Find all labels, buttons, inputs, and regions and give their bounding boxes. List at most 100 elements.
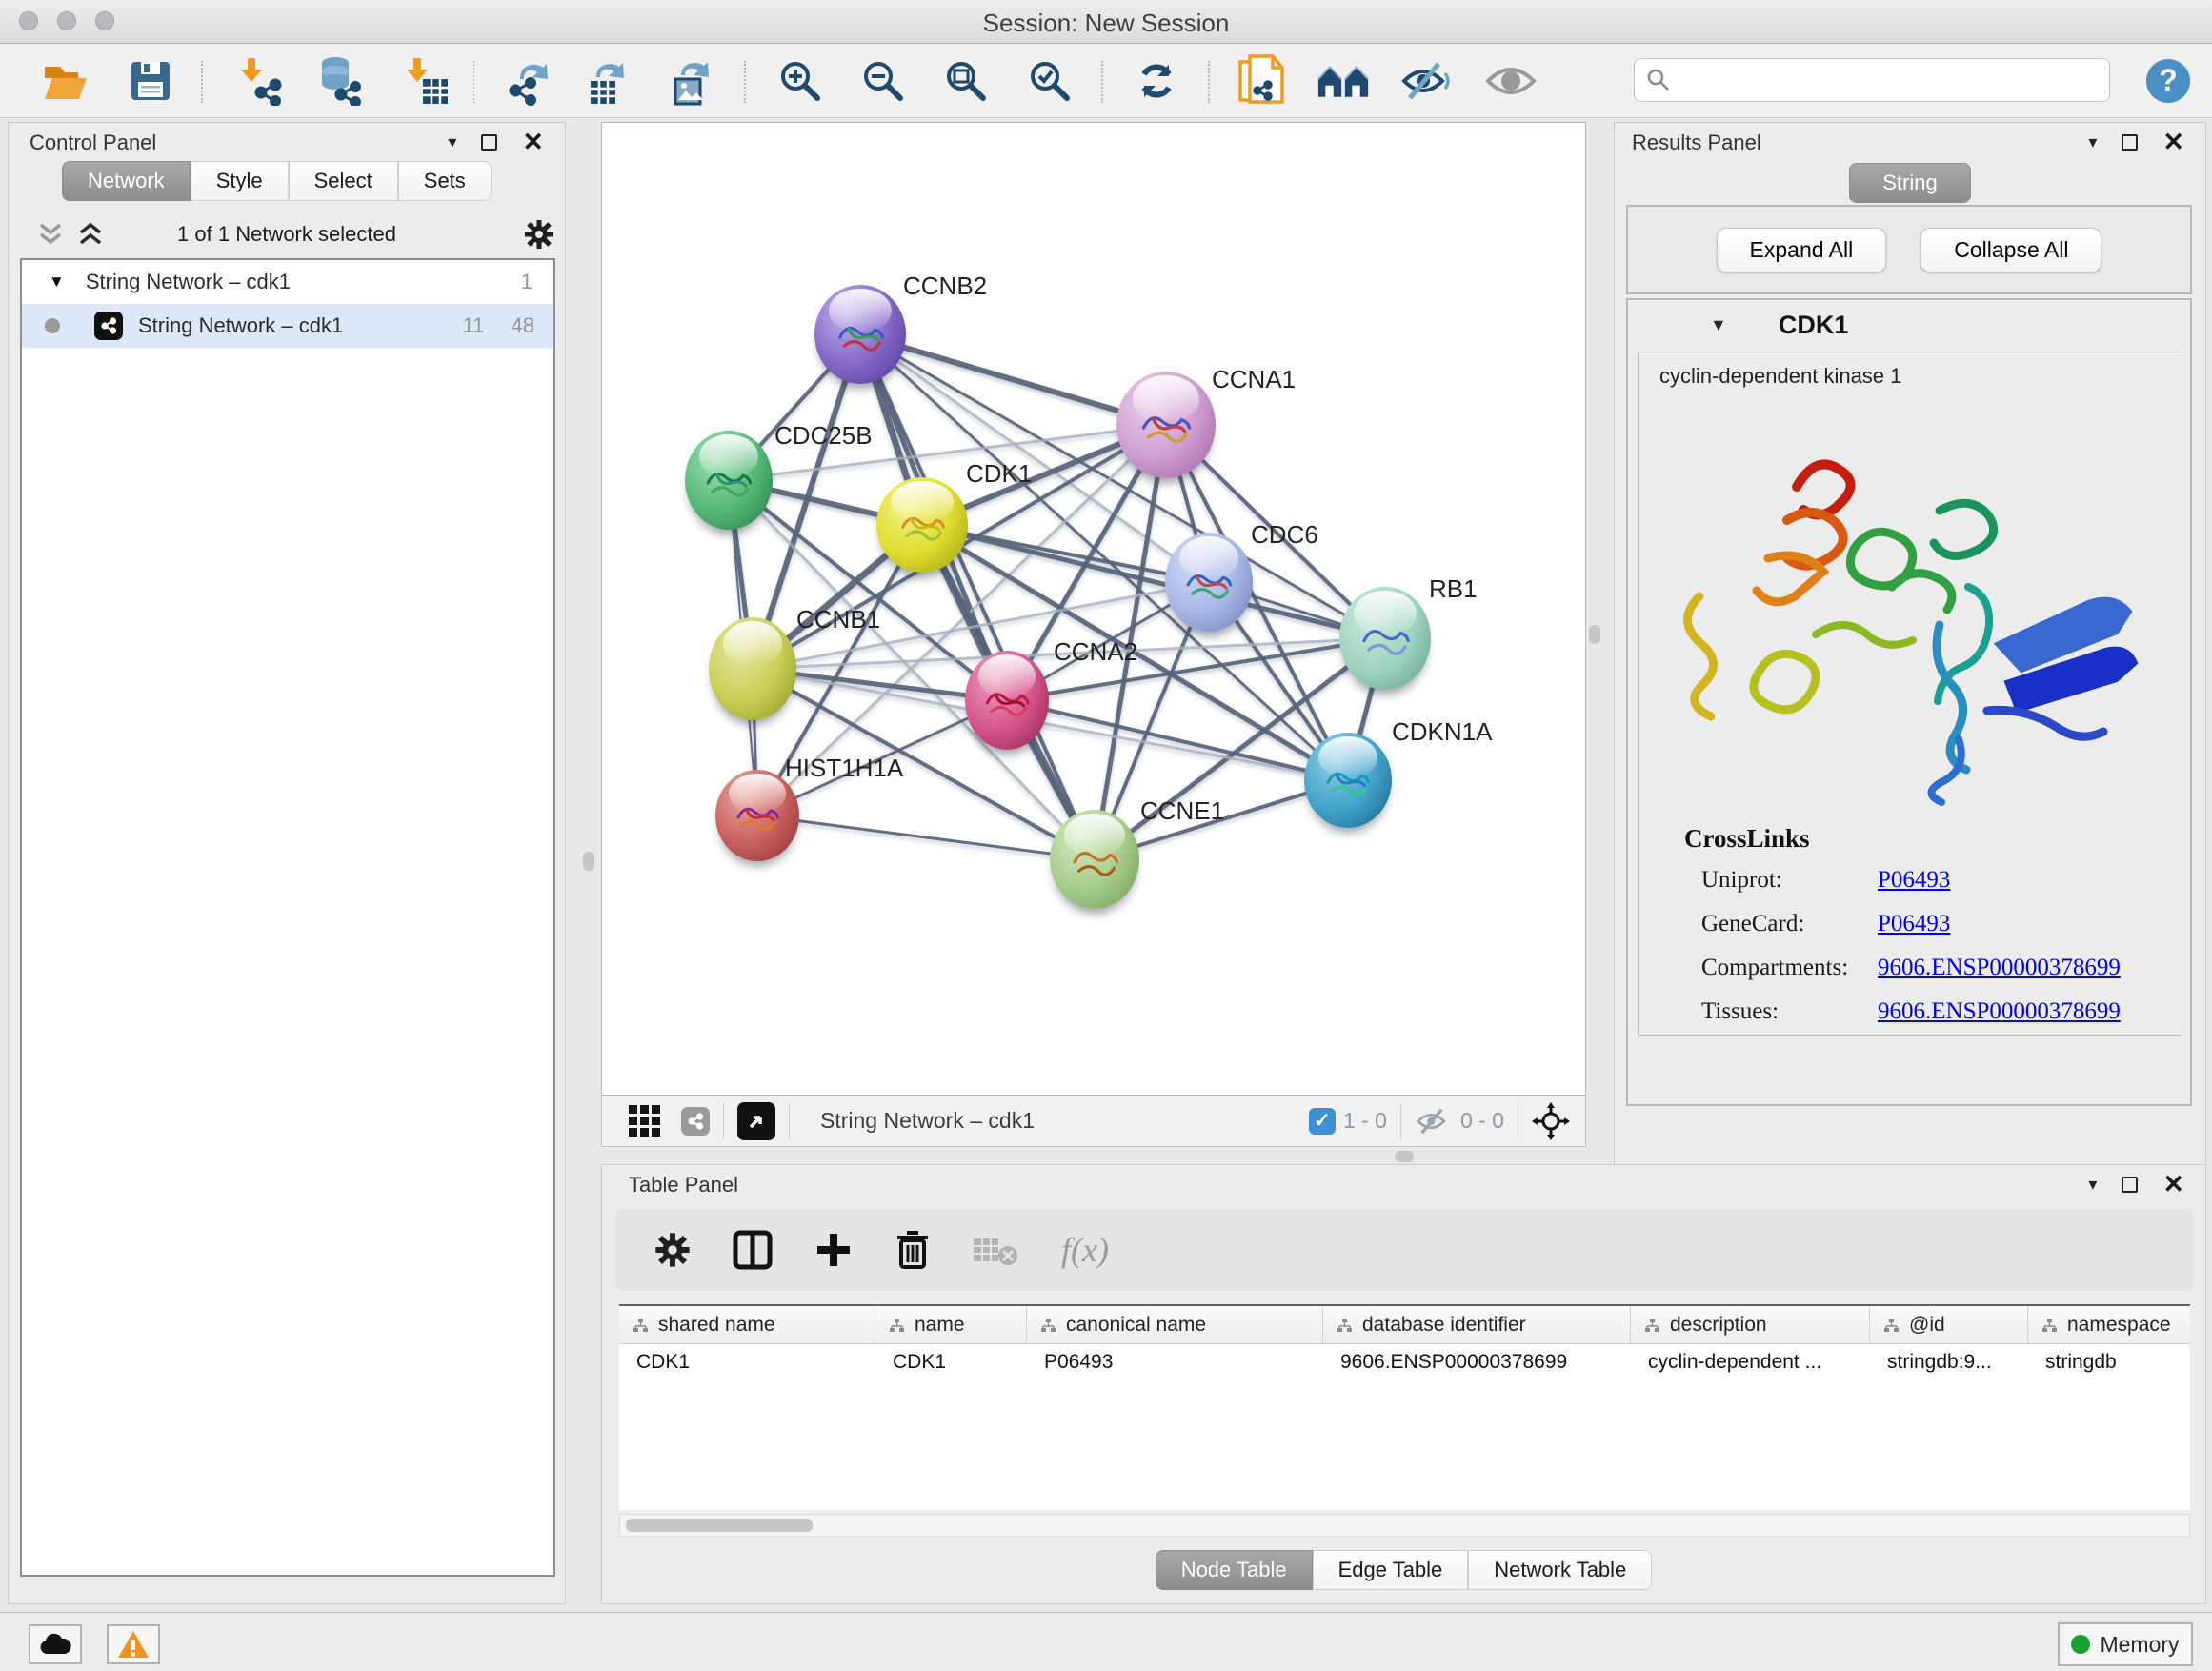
node-CCNA1[interactable]	[1116, 372, 1216, 478]
warning-icon	[117, 1630, 150, 1659]
table-tabs: Node TableEdge TableNetwork Table	[602, 1550, 2205, 1590]
selection-status: 1 of 1 Network selected	[9, 222, 565, 247]
network-row[interactable]: String Network – cdk1 11 48	[22, 304, 553, 348]
help-button[interactable]: ?	[2142, 56, 2195, 106]
tab-network[interactable]: Network	[62, 161, 191, 201]
gear-icon[interactable]	[523, 218, 555, 251]
birdseye-toggle-icon[interactable]	[737, 1102, 775, 1140]
gene-section: ▼ CDK1 cyclin-dependent kinase 1	[1626, 298, 2192, 1106]
column-header-namespace[interactable]: namespace	[2028, 1306, 2190, 1343]
add-column-icon[interactable]	[814, 1230, 854, 1270]
node-CCNA2[interactable]	[965, 651, 1049, 750]
column-header-shared-name[interactable]: shared name	[619, 1306, 875, 1343]
memory-button[interactable]: Memory	[2058, 1622, 2193, 1666]
close-panel-icon[interactable]: ✕	[2162, 134, 2184, 151]
expand-all-button[interactable]: Expand All	[1717, 228, 1887, 272]
node-label-CCNA2: CCNA2	[1054, 637, 1137, 667]
node-CCNB2[interactable]	[814, 285, 906, 384]
table-hscroll-thumb[interactable]	[626, 1519, 813, 1532]
table-row[interactable]: CDK1CDK1P064939606.ENSP00000378699cyclin…	[619, 1344, 2190, 1384]
tab-sets[interactable]: Sets	[398, 161, 492, 201]
close-panel-icon[interactable]: ✕	[522, 134, 544, 151]
import-network-button[interactable]	[232, 56, 286, 106]
warnings-button[interactable]	[107, 1624, 160, 1664]
crosslink-link[interactable]: P06493	[1878, 867, 1950, 894]
grid-view-icon[interactable]	[629, 1105, 660, 1137]
export-network-button[interactable]	[501, 56, 554, 106]
tab-network-table[interactable]: Network Table	[1468, 1550, 1652, 1590]
node-label-HIST1H1A: HIST1H1A	[785, 754, 903, 783]
tab-select[interactable]: Select	[289, 161, 398, 201]
crosslink-link[interactable]: P06493	[1878, 911, 1950, 937]
column-header-description[interactable]: description	[1631, 1306, 1870, 1343]
tab-edge-table[interactable]: Edge Table	[1313, 1550, 1469, 1590]
panel-menu-icon[interactable]: ▾	[448, 132, 456, 152]
crosslink-link[interactable]: 9606.ENSP00000378699	[1878, 998, 2121, 1025]
open-session-button[interactable]	[38, 56, 91, 106]
crosshair-icon[interactable]	[1532, 1102, 1570, 1140]
columns-icon[interactable]	[732, 1229, 774, 1271]
selected-checkbox-icon[interactable]: ✓	[1309, 1108, 1336, 1135]
import-database-button[interactable]	[312, 56, 366, 106]
save-session-button[interactable]	[124, 56, 177, 106]
delete-column-icon[interactable]	[894, 1229, 932, 1271]
search-input[interactable]	[1671, 68, 2090, 92]
delete-table-icon[interactable]	[972, 1233, 1021, 1267]
collapse-triangle-icon[interactable]: ▼	[1710, 315, 1727, 335]
refresh-button[interactable]	[1130, 56, 1183, 106]
show-all-button[interactable]	[1484, 56, 1538, 106]
left-splitter-handle[interactable]	[583, 852, 594, 871]
zoom-selected-button[interactable]	[1023, 56, 1076, 106]
hide-selected-button[interactable]	[1400, 56, 1454, 106]
float-panel-icon[interactable]	[2122, 1177, 2138, 1193]
node-CDK1[interactable]	[876, 477, 968, 573]
node-RB1[interactable]	[1339, 587, 1431, 690]
column-header-name[interactable]: name	[875, 1306, 1027, 1343]
float-panel-icon[interactable]	[481, 134, 497, 151]
network-label: String Network – cdk1	[138, 313, 343, 338]
network-share-icon[interactable]	[681, 1107, 710, 1136]
zoom-fit-button[interactable]	[939, 56, 993, 106]
node-label-CCNB2: CCNB2	[903, 272, 987, 301]
table-hscrollbar[interactable]	[619, 1514, 2190, 1537]
export-image-button[interactable]	[664, 56, 717, 106]
table-gear-icon[interactable]	[654, 1231, 692, 1269]
import-table-button[interactable]	[400, 56, 453, 106]
panel-menu-icon[interactable]: ▾	[2088, 1175, 2097, 1195]
collapse-all-button[interactable]: Collapse All	[1920, 228, 2101, 272]
node-CDC25B[interactable]	[685, 431, 773, 530]
node-table[interactable]: shared namenamecanonical namedatabase id…	[619, 1304, 2190, 1510]
collection-label: String Network – cdk1	[86, 270, 291, 294]
right-splitter-handle[interactable]	[1589, 625, 1600, 644]
network-canvas[interactable]: CCNB2CCNA1CDC25BCDK1CDC6RB1CCNB1CCNA2CDK…	[601, 122, 1586, 1096]
collapse-triangle-icon[interactable]: ▼	[49, 272, 65, 292]
column-header-database-identifier[interactable]: database identifier	[1323, 1306, 1631, 1343]
tab-string[interactable]: String	[1849, 163, 1970, 203]
node-label-CCNB1: CCNB1	[796, 605, 880, 634]
tab-style[interactable]: Style	[191, 161, 289, 201]
zoom-out-button[interactable]	[856, 56, 910, 106]
zoom-in-button[interactable]	[774, 56, 827, 106]
panel-menu-icon[interactable]: ▾	[2088, 132, 2097, 152]
crosslink-link[interactable]: 9606.ENSP00000378699	[1878, 955, 2121, 981]
cloud-button[interactable]	[29, 1624, 82, 1664]
hidden-eye-icon[interactable]	[1415, 1107, 1453, 1136]
column-header-canonical-name[interactable]: canonical name	[1027, 1306, 1323, 1343]
function-builder-icon[interactable]: f(x)	[1061, 1230, 1109, 1270]
node-CCNB1[interactable]	[709, 617, 796, 720]
bottom-splitter-handle[interactable]	[1395, 1151, 1414, 1162]
column-header-@id[interactable]: @id	[1870, 1306, 2028, 1343]
tab-node-table[interactable]: Node Table	[1156, 1550, 1313, 1590]
node-CDKN1A[interactable]	[1304, 733, 1392, 828]
close-panel-icon[interactable]: ✕	[2162, 1177, 2184, 1193]
export-table-button[interactable]	[581, 56, 634, 106]
node-CDC6[interactable]	[1165, 533, 1253, 632]
network-collection-row[interactable]: ▼ String Network – cdk1 1	[22, 260, 553, 304]
toolbar-search[interactable]	[1634, 58, 2110, 102]
birdseye-panels-button[interactable]	[1317, 56, 1370, 106]
float-panel-icon[interactable]	[2122, 134, 2138, 151]
node-HIST1H1A[interactable]	[715, 770, 799, 861]
node-CCNE1[interactable]	[1050, 810, 1139, 909]
network-view-toolbar: String Network – cdk1 ✓ 1 - 0 0 - 0	[601, 1096, 1586, 1147]
annotations-button[interactable]	[1235, 56, 1288, 106]
